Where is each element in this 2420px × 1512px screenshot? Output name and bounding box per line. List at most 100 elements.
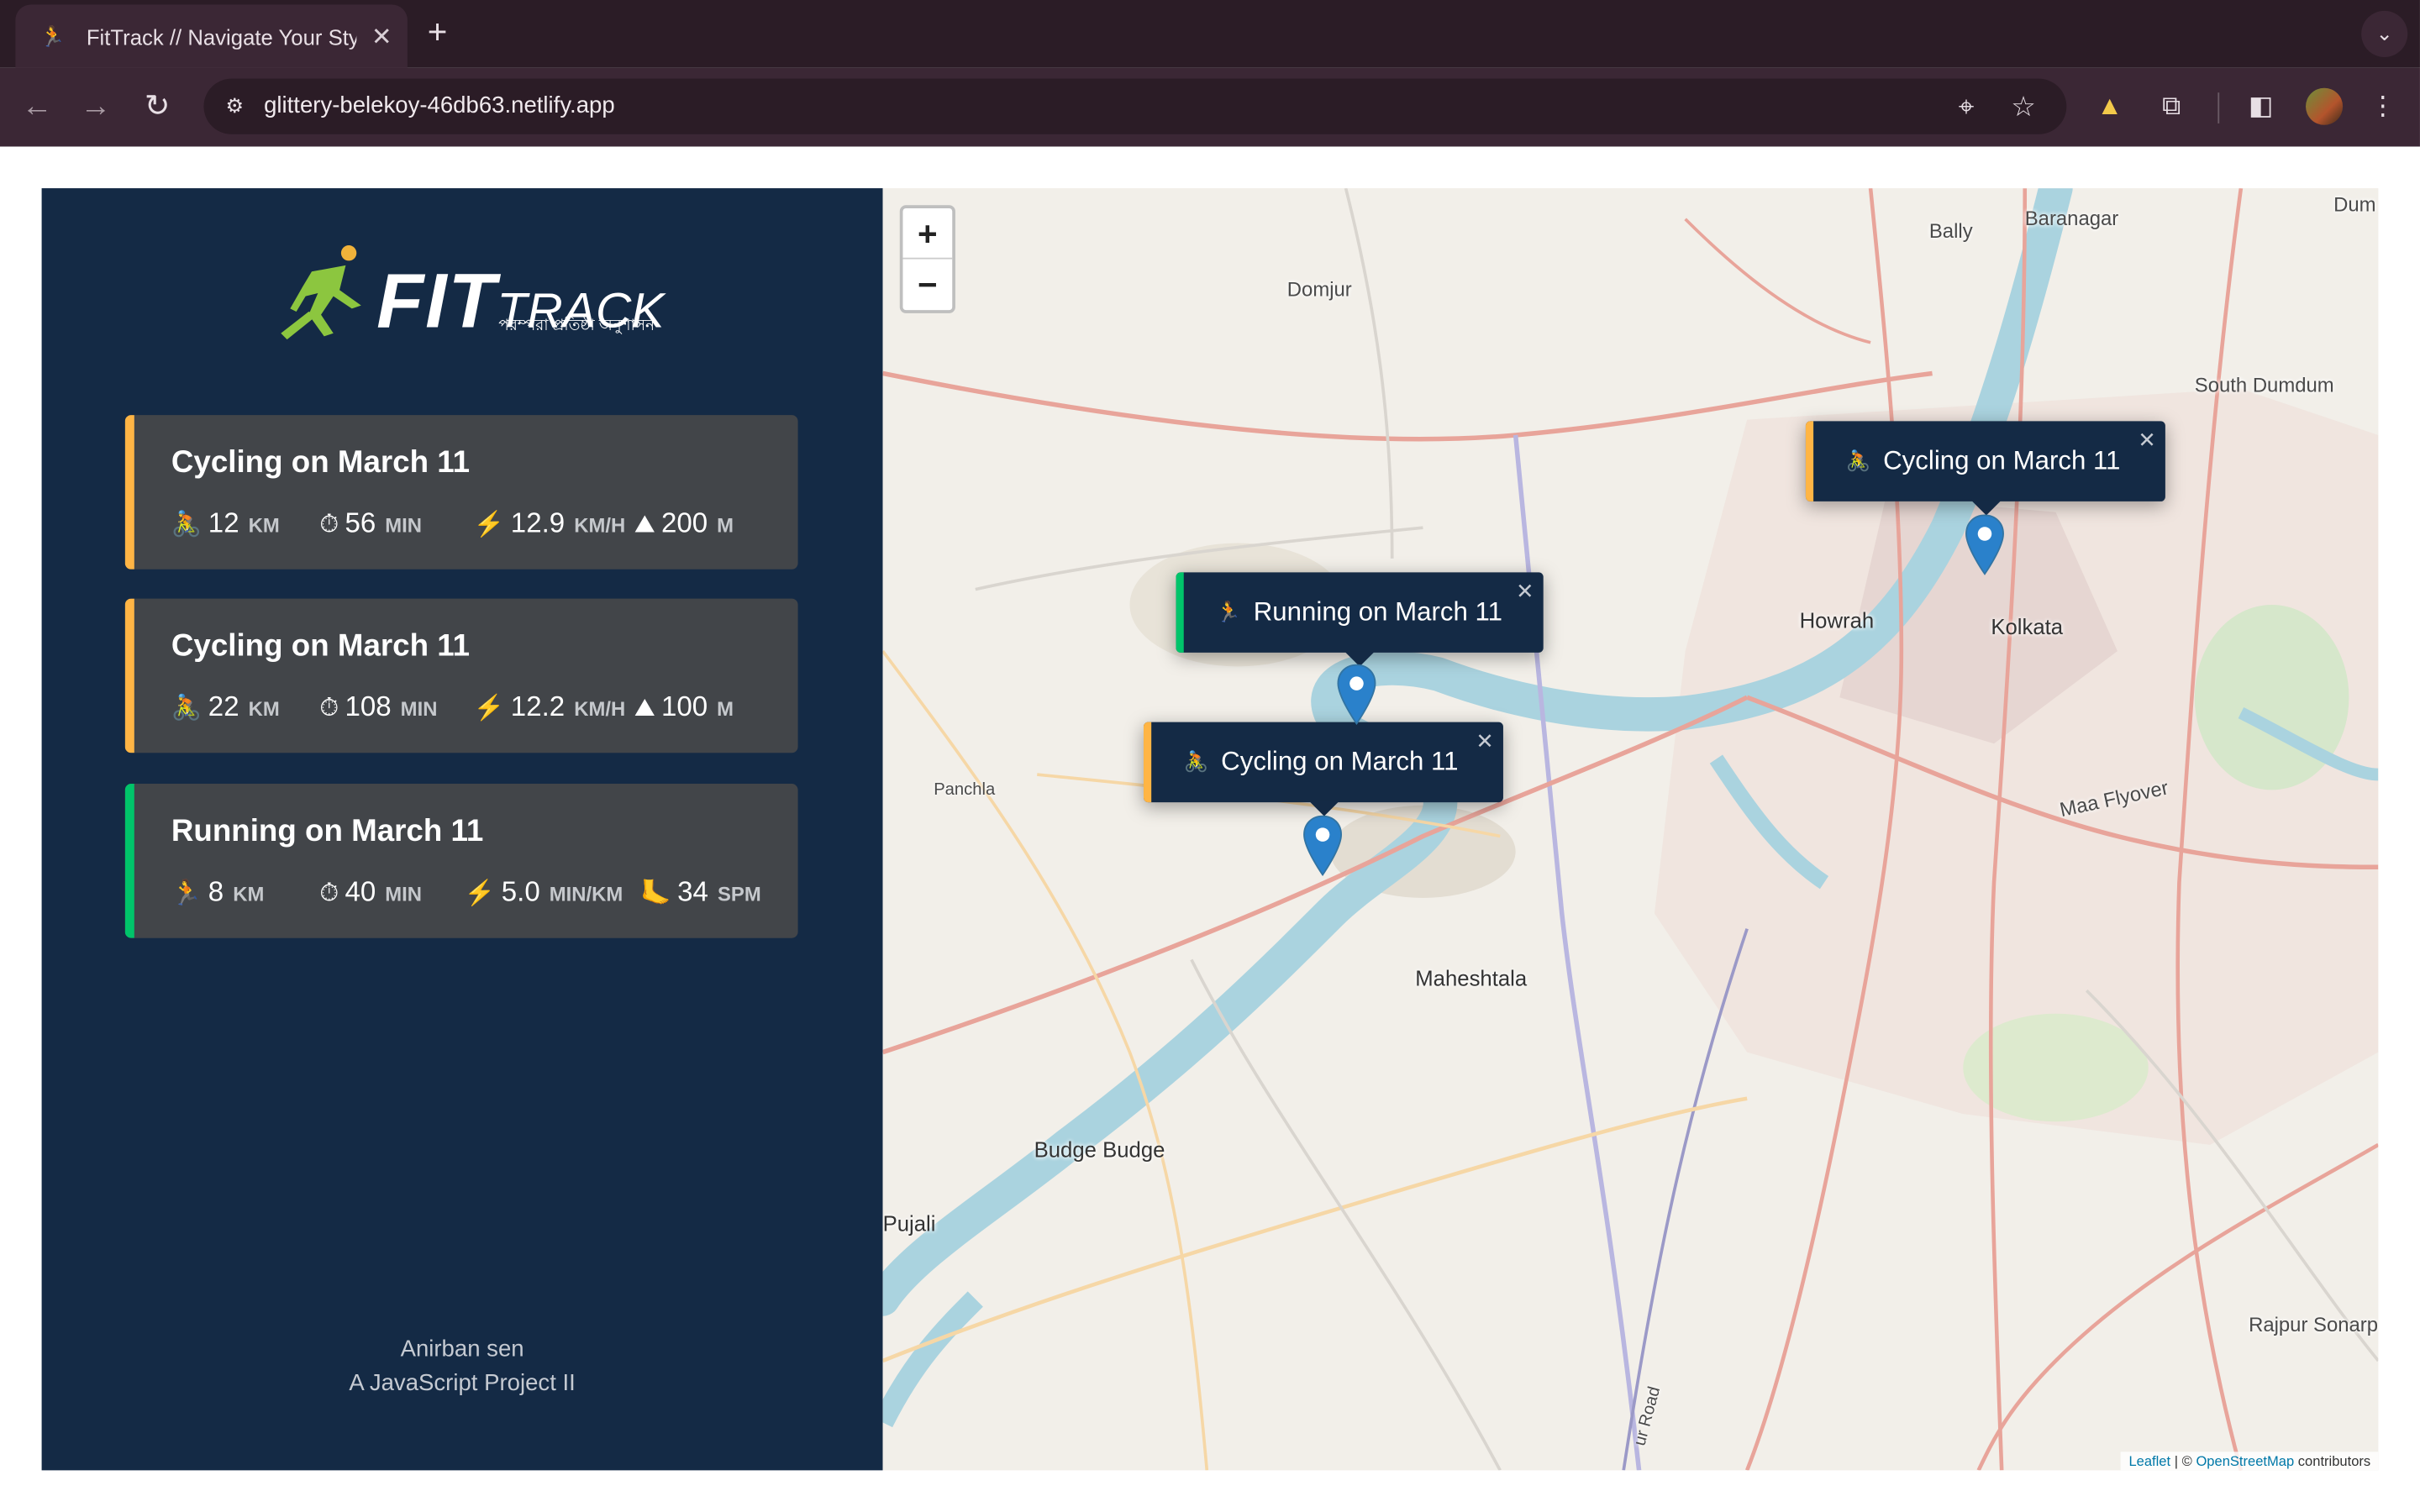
popup-close-icon[interactable]: ✕ [1516, 579, 1534, 605]
distance-stat: 🏃 8 KM [171, 876, 265, 907]
app-container: FITTRACK পরম্পরা প্রতিষ্ঠা অনুশাসন Cycli… [41, 188, 2379, 1471]
popup-close-icon[interactable]: ✕ [1476, 728, 1494, 754]
cadence-stat: 🦶 34 SPM [640, 876, 761, 907]
new-tab-button[interactable]: + [428, 13, 448, 51]
workout-type-bar [124, 784, 134, 938]
map-label: Domjur [1286, 277, 1352, 302]
favicon-runner-icon: 🏃 [39, 24, 66, 48]
mountain-icon: ⛰ [634, 696, 655, 722]
runner-icon: 🏃 [1216, 600, 1242, 624]
map-marker-icon[interactable] [1302, 815, 1343, 877]
tab-bar: 🏃 FitTrack // Navigate Your Style ✕ + ⌄ [0, 0, 2420, 68]
map-label: Dum [2333, 192, 2376, 217]
map-label: Howrah [1799, 607, 1875, 633]
tab-search-button[interactable]: ⌄ [2361, 10, 2408, 57]
leaflet-link[interactable]: Leaflet [2128, 1453, 2170, 1468]
map-marker-icon[interactable] [1965, 514, 2005, 575]
site-settings-icon[interactable]: ⚙ [216, 88, 253, 125]
cyclist-icon: 🚴 [1845, 449, 1871, 473]
map-popup-cycling[interactable]: 🚴 Cycling on March 11 ✕ [1143, 722, 1503, 816]
popup-title: Running on March 11 [1253, 596, 1502, 627]
osm-link[interactable]: OpenStreetMap [2196, 1453, 2294, 1468]
cyclist-icon: 🚴 [171, 512, 203, 539]
speed-stat: ⚡️ 12.9 KM/H [473, 507, 626, 539]
duration-stat: ⏱ 40 MIN [319, 876, 423, 907]
map-view[interactable]: + − Bally Baranagar Dum Domjur South Dum… [882, 188, 2379, 1471]
popup-title: Cycling on March 11 [1883, 445, 2121, 475]
back-arrow-icon[interactable]: ← [17, 87, 57, 127]
address-bar[interactable]: ⚙ glittery-belekoy-46db63.netlify.app ⌖ … [203, 78, 2067, 134]
tab-close-icon[interactable]: ✕ [371, 21, 392, 52]
zoom-control: + − [899, 205, 955, 313]
map-label: Kolkata [1991, 614, 2064, 639]
stopwatch-icon: ⏱ [319, 696, 339, 722]
cyclist-icon: 🚴 [1183, 749, 1209, 774]
map-label: Baranagar [2024, 207, 2119, 230]
map-label: Rajpur Sonarp [2249, 1313, 2379, 1336]
map-label: Bally [1928, 218, 1973, 243]
elevation-stat: ⛰ 200 M [634, 507, 734, 539]
map-label: Budge Budge [1034, 1137, 1165, 1163]
pace-stat: ⚡️ 5.0 MIN/KM [464, 876, 623, 907]
lightning-icon: ⚡️ [473, 696, 505, 722]
location-pin-icon[interactable]: ⌖ [1959, 90, 1975, 123]
reload-icon[interactable]: ↻ [137, 87, 177, 127]
runner-icon: 🏃 [171, 880, 203, 907]
lightning-icon: ⚡️ [473, 512, 505, 539]
browser-tab[interactable]: 🏃 FitTrack // Navigate Your Style ✕ [15, 4, 408, 68]
popup-type-bar [1143, 722, 1152, 803]
map-label: Pujali [882, 1210, 936, 1236]
extensions-puzzle-icon[interactable]: ⧉ [2153, 88, 2190, 125]
sidebar-footer: Anirban sen A JavaScript Project II [42, 1333, 883, 1401]
workout-title: Cycling on March 11 [171, 629, 471, 664]
workout-type-bar [124, 415, 134, 570]
elevation-stat: ⛰ 100 M [634, 690, 734, 722]
workout-card-cycling[interactable]: Cycling on March 11 🚴 22 KM ⏱ 108 MIN ⚡️ 12.2… [124, 598, 798, 753]
runner-logo-icon [281, 245, 361, 340]
profile-avatar[interactable] [2306, 87, 2344, 125]
popup-close-icon[interactable]: ✕ [2138, 428, 2156, 454]
browser-toolbar: ← → ↻ ⚙ glittery-belekoy-46db63.netlify.… [0, 67, 2420, 147]
cyclist-icon: 🚴 [171, 696, 203, 722]
toolbar-divider [2217, 92, 2220, 123]
map-label: Panchla [934, 780, 996, 800]
sidebar: FITTRACK পরম্পরা প্রতিষ্ঠা অনুশাসন Cycli… [41, 188, 883, 1471]
forward-arrow-icon[interactable]: → [76, 87, 116, 127]
distance-stat: 🚴 22 KM [171, 690, 280, 722]
map-marker-icon[interactable] [1337, 664, 1377, 726]
zoom-in-button[interactable]: + [902, 208, 953, 260]
popup-type-bar [1176, 572, 1184, 653]
project-label: A JavaScript Project II [349, 1369, 576, 1397]
map-label: South Dumdum [2194, 373, 2334, 397]
map-popup-cycling[interactable]: 🚴 Cycling on March 11 ✕ [1805, 421, 2165, 516]
browser-window: 🏃 FitTrack // Navigate Your Style ✕ + ⌄ … [0, 0, 2420, 1512]
fittrack-logo: FITTRACK পরম্পরা প্রতিষ্ঠা অনুশাসন [281, 244, 665, 345]
footprint-icon: 🦶 [640, 880, 671, 907]
speed-stat: ⚡️ 12.2 KM/H [473, 690, 626, 722]
zoom-out-button[interactable]: − [902, 260, 952, 311]
side-panel-icon[interactable]: ◧ [2243, 88, 2280, 125]
bookmark-star-icon[interactable]: ☆ [2011, 90, 2036, 123]
duration-stat: ⏱ 108 MIN [319, 690, 438, 722]
popup-title: Cycling on March 11 [1221, 746, 1459, 776]
workout-card-running[interactable]: Running on March 11 🏃 8 KM ⏱ 40 MIN ⚡️ 5.0 MIN… [124, 784, 798, 938]
map-label: Maheshtala [1415, 965, 1528, 991]
mountain-icon: ⛰ [634, 512, 655, 539]
more-menu-icon[interactable]: ⋮ [2365, 88, 2402, 125]
workout-title: Running on March 11 [171, 814, 484, 849]
tab-title: FitTrack // Navigate Your Style [86, 24, 356, 49]
stopwatch-icon: ⏱ [319, 880, 339, 907]
workout-type-bar [124, 598, 134, 753]
map-attribution: Leaflet | © OpenStreetMap contributors [2121, 1452, 2379, 1471]
map-tiles [882, 188, 2379, 1471]
logo-tagline: পরম্পরা প্রতিষ্ঠা অনুশাসন [498, 318, 655, 335]
map-popup-running[interactable]: 🏃 Running on March 11 ✕ [1176, 572, 1544, 667]
duration-stat: ⏱ 56 MIN [319, 507, 423, 539]
popup-type-bar [1805, 421, 1814, 501]
lightning-icon: ⚡️ [464, 880, 496, 907]
workout-title: Cycling on March 11 [171, 445, 471, 480]
url-text[interactable]: glittery-belekoy-46db63.netlify.app [264, 92, 615, 118]
distance-stat: 🚴 12 KM [171, 507, 280, 539]
extension-warning-icon[interactable]: ▲ [2091, 88, 2128, 125]
workout-card-cycling[interactable]: Cycling on March 11 🚴 12 KM ⏱ 56 MIN ⚡️ 12.9 K… [124, 415, 798, 570]
